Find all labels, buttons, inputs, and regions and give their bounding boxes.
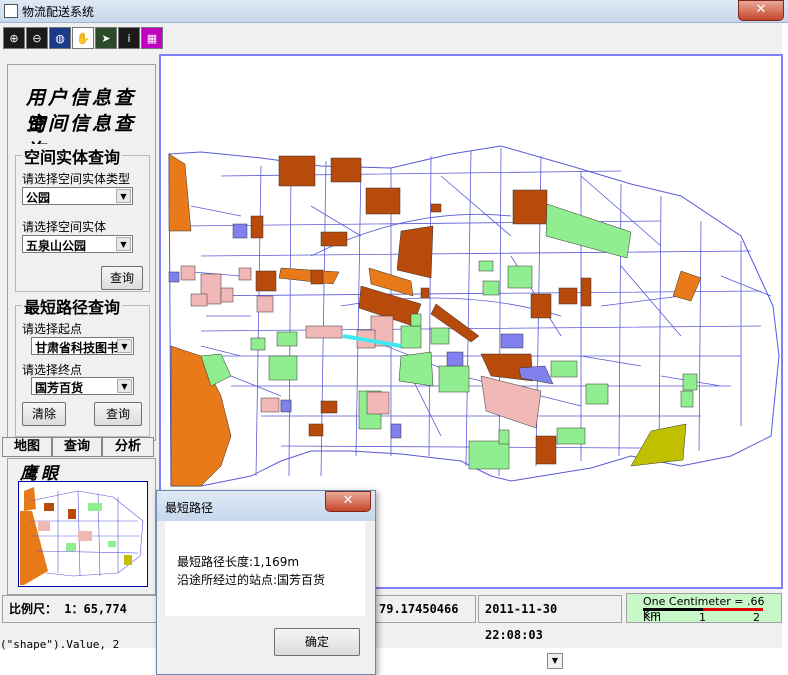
path-query-button[interactable]: 查询	[94, 402, 142, 426]
overview-map[interactable]	[18, 481, 148, 587]
end-select[interactable]: 国芳百货 ▼	[31, 377, 134, 395]
dialog-title: 最短路径	[165, 501, 214, 515]
measure-icon[interactable]: ▦	[141, 27, 163, 49]
entity-type-select[interactable]: 公园 ▼	[22, 187, 133, 205]
start-select[interactable]: 甘肃省科技图书 ▼	[31, 337, 134, 355]
full-extent-icon[interactable]: ◍	[49, 27, 71, 49]
tab-map[interactable]: 地图	[2, 437, 52, 457]
status-bar: 比例尺： 1：65,774 79.17450466 2011-11-30 22:…	[0, 593, 782, 642]
app-icon	[4, 4, 18, 18]
entity-query-button[interactable]: 查询	[101, 266, 143, 290]
left-panel: 用户信息查询 空间信息查询 空间实体查询 请选择空间实体类型 公园 ▼ 请选择空…	[7, 64, 156, 441]
window-close-button[interactable]: ✕	[738, 0, 784, 21]
clear-button[interactable]: 清除	[22, 402, 66, 426]
eagle-eye-panel: 鹰眼	[7, 458, 156, 595]
scalebar-1: 1	[699, 611, 706, 624]
scale-value: 1：65,774	[64, 602, 127, 616]
entity-group-title: 空间实体查询	[22, 144, 123, 168]
stations-text: 沿途所经过的站点:国芳百货	[177, 573, 326, 587]
end-value: 国芳百货	[35, 381, 84, 395]
dialog-close-button[interactable]: ✕	[325, 491, 371, 512]
path-group-title: 最短路径查询	[22, 294, 123, 318]
start-value: 甘肃省科技图书	[35, 341, 119, 355]
entity-value: 五泉山公园	[26, 239, 87, 253]
start-label: 请选择起点	[22, 322, 83, 336]
entity-type-label: 请选择空间实体类型	[22, 172, 131, 186]
chevron-down-icon[interactable]: ▼	[117, 379, 132, 393]
shortest-path-group: 最短路径查询 请选择起点 甘肃省科技图书 ▼ 请选择终点 国芳百货 ▼ 清除 查…	[15, 294, 150, 437]
datetime-cell: 2011-11-30 22:08:03	[478, 595, 622, 642]
tab-query[interactable]: 查询	[52, 437, 102, 457]
tab-analysis[interactable]: 分析	[102, 437, 154, 457]
identify-info-icon[interactable]: i	[118, 27, 140, 49]
zoom-in-icon[interactable]: ⊕	[3, 27, 25, 49]
entity-type-value: 公园	[26, 191, 51, 205]
entity-query-group: 空间实体查询 请选择空间实体类型 公园 ▼ 请选择空间实体 五泉山公园 ▼ 查询	[15, 144, 150, 292]
pan-hand-icon[interactable]: ✋	[72, 27, 94, 49]
chevron-down-icon[interactable]: ▼	[547, 653, 563, 669]
path-length-text: 最短路径长度:1,169m	[177, 555, 300, 569]
select-arrow-icon[interactable]: ➤	[95, 27, 117, 49]
window-title: 物流配送系统	[22, 5, 95, 19]
chevron-down-icon[interactable]: ▼	[116, 189, 131, 203]
code-editor-text[interactable]: ("shape").Value, 2	[0, 638, 119, 651]
chevron-down-icon[interactable]: ▼	[117, 339, 132, 353]
entity-select[interactable]: 五泉山公园 ▼	[22, 235, 133, 253]
end-label: 请选择终点	[22, 363, 83, 377]
scale-cell: 比例尺： 1：65,774	[2, 595, 158, 623]
ok-button[interactable]: 确定	[274, 628, 360, 656]
scalebar-2: 2	[753, 611, 760, 624]
scale-label: 比例尺：	[9, 602, 58, 616]
dialog-message-area: 最短路径长度:1,169m 沿途所经过的站点:国芳百货	[165, 521, 365, 616]
title-bar: 物流配送系统	[0, 0, 788, 23]
coordinate-cell: 79.17450466	[372, 595, 476, 623]
shortest-path-dialog: 最短路径 ✕ 最短路径长度:1,169m 沿途所经过的站点:国芳百货 确定	[156, 490, 376, 675]
zoom-out-icon[interactable]: ⊖	[26, 27, 48, 49]
chevron-down-icon[interactable]: ▼	[116, 237, 131, 251]
entity-label: 请选择空间实体	[22, 220, 107, 234]
scalebar: One Centimeter = .66 Km Km 1 2	[626, 593, 782, 624]
scalebar-km: Km	[643, 611, 661, 624]
